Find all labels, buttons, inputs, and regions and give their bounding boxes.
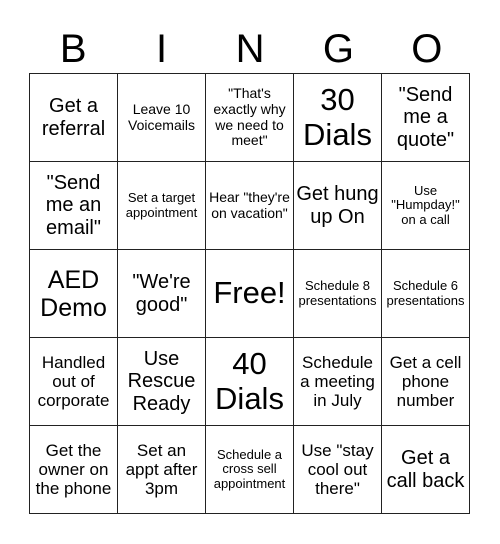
bingo-cell-n-3[interactable]: Free! [206,250,294,338]
bingo-cell-text: Schedule a meeting in July [300,352,375,411]
bingo-cell-text: Get a cell phone number [389,352,462,411]
bingo-header: B I N G O [29,26,471,72]
bingo-cell-text: Schedule a cross sell appointment [213,446,286,491]
bingo-cell-text: 30 Dials [303,82,372,152]
bingo-cell-text: Get hung up On [296,183,379,228]
bingo-cell-n-1[interactable]: "That's exactly why we need to meet" [206,74,294,162]
bingo-cell-o-2[interactable]: Use "Humpday!" on a call [382,162,470,250]
bingo-cell-text: Use "stay cool out there" [301,440,374,499]
bingo-cell-text: Handled out of corporate [37,352,110,411]
bingo-cell-o-4[interactable]: Get a cell phone number [382,338,470,426]
bingo-cell-i-5[interactable]: Set an appt after 3pm [118,426,206,514]
bingo-cell-text: Use "Humpday!" on a call [391,182,460,227]
bingo-cell-b-3[interactable]: AED Demo [30,250,118,338]
bingo-cell-text: Get the owner on the phone [35,440,112,499]
bingo-cell-text: "We're good" [132,271,191,316]
bingo-cell-o-5[interactable]: Get a call back [382,426,470,514]
bingo-cell-text: 40 Dials [215,346,284,416]
bingo-cell-text: "Send me a quote" [396,83,455,151]
bingo-card-grid: Get a referral Leave 10 Voicemails "That's… [29,73,470,514]
bingo-cell-g-3[interactable]: Schedule 8 presentations [294,250,382,338]
bingo-cell-i-2[interactable]: Set a target appointment [118,162,206,250]
bingo-cell-b-5[interactable]: Get the owner on the phone [30,426,118,514]
bingo-cell-o-1[interactable]: "Send me a quote" [382,74,470,162]
header-letter-b: B [59,27,87,71]
bingo-cell-text: Leave 10 Voicemails [128,100,195,133]
bingo-cell-text: "Send me an email" [45,171,102,239]
bingo-cell-text: Hear "they're on vacation" [209,188,290,221]
bingo-cell-text: AED Demo [40,265,107,322]
bingo-cell-g-1[interactable]: 30 Dials [294,74,382,162]
bingo-cell-n-4[interactable]: 40 Dials [206,338,294,426]
bingo-cell-text: Set an appt after 3pm [125,440,198,499]
header-letter-g: G [322,27,354,71]
header-letter-i: I [156,27,168,71]
bingo-cell-text: Schedule 8 presentations [298,277,377,308]
bingo-cell-text: Get a referral [41,95,106,140]
bingo-cell-g-4[interactable]: Schedule a meeting in July [294,338,382,426]
bingo-cell-o-3[interactable]: Schedule 6 presentations [382,250,470,338]
bingo-cell-n-2[interactable]: Hear "they're on vacation" [206,162,294,250]
bingo-cell-text: Use Rescue Ready [127,347,196,415]
bingo-cell-text: "That's exactly why we need to meet" [213,85,286,149]
bingo-cell-i-3[interactable]: "We're good" [118,250,206,338]
bingo-cell-b-2[interactable]: "Send me an email" [30,162,118,250]
bingo-cell-g-5[interactable]: Use "stay cool out there" [294,426,382,514]
header-letter-n: N [235,27,265,71]
header-letter-o: O [411,27,443,71]
bingo-cell-g-2[interactable]: Get hung up On [294,162,382,250]
bingo-cell-b-1[interactable]: Get a referral [30,74,118,162]
bingo-cell-n-5[interactable]: Schedule a cross sell appointment [206,426,294,514]
bingo-cell-text: Set a target appointment [125,189,198,220]
bingo-cell-text: Schedule 6 presentations [386,277,465,308]
bingo-cell-i-4[interactable]: Use Rescue Ready [118,338,206,426]
bingo-cell-b-4[interactable]: Handled out of corporate [30,338,118,426]
bingo-cell-text: Get a call back [386,447,465,492]
bingo-cell-i-1[interactable]: Leave 10 Voicemails [118,74,206,162]
bingo-cell-text: Free! [213,275,286,311]
